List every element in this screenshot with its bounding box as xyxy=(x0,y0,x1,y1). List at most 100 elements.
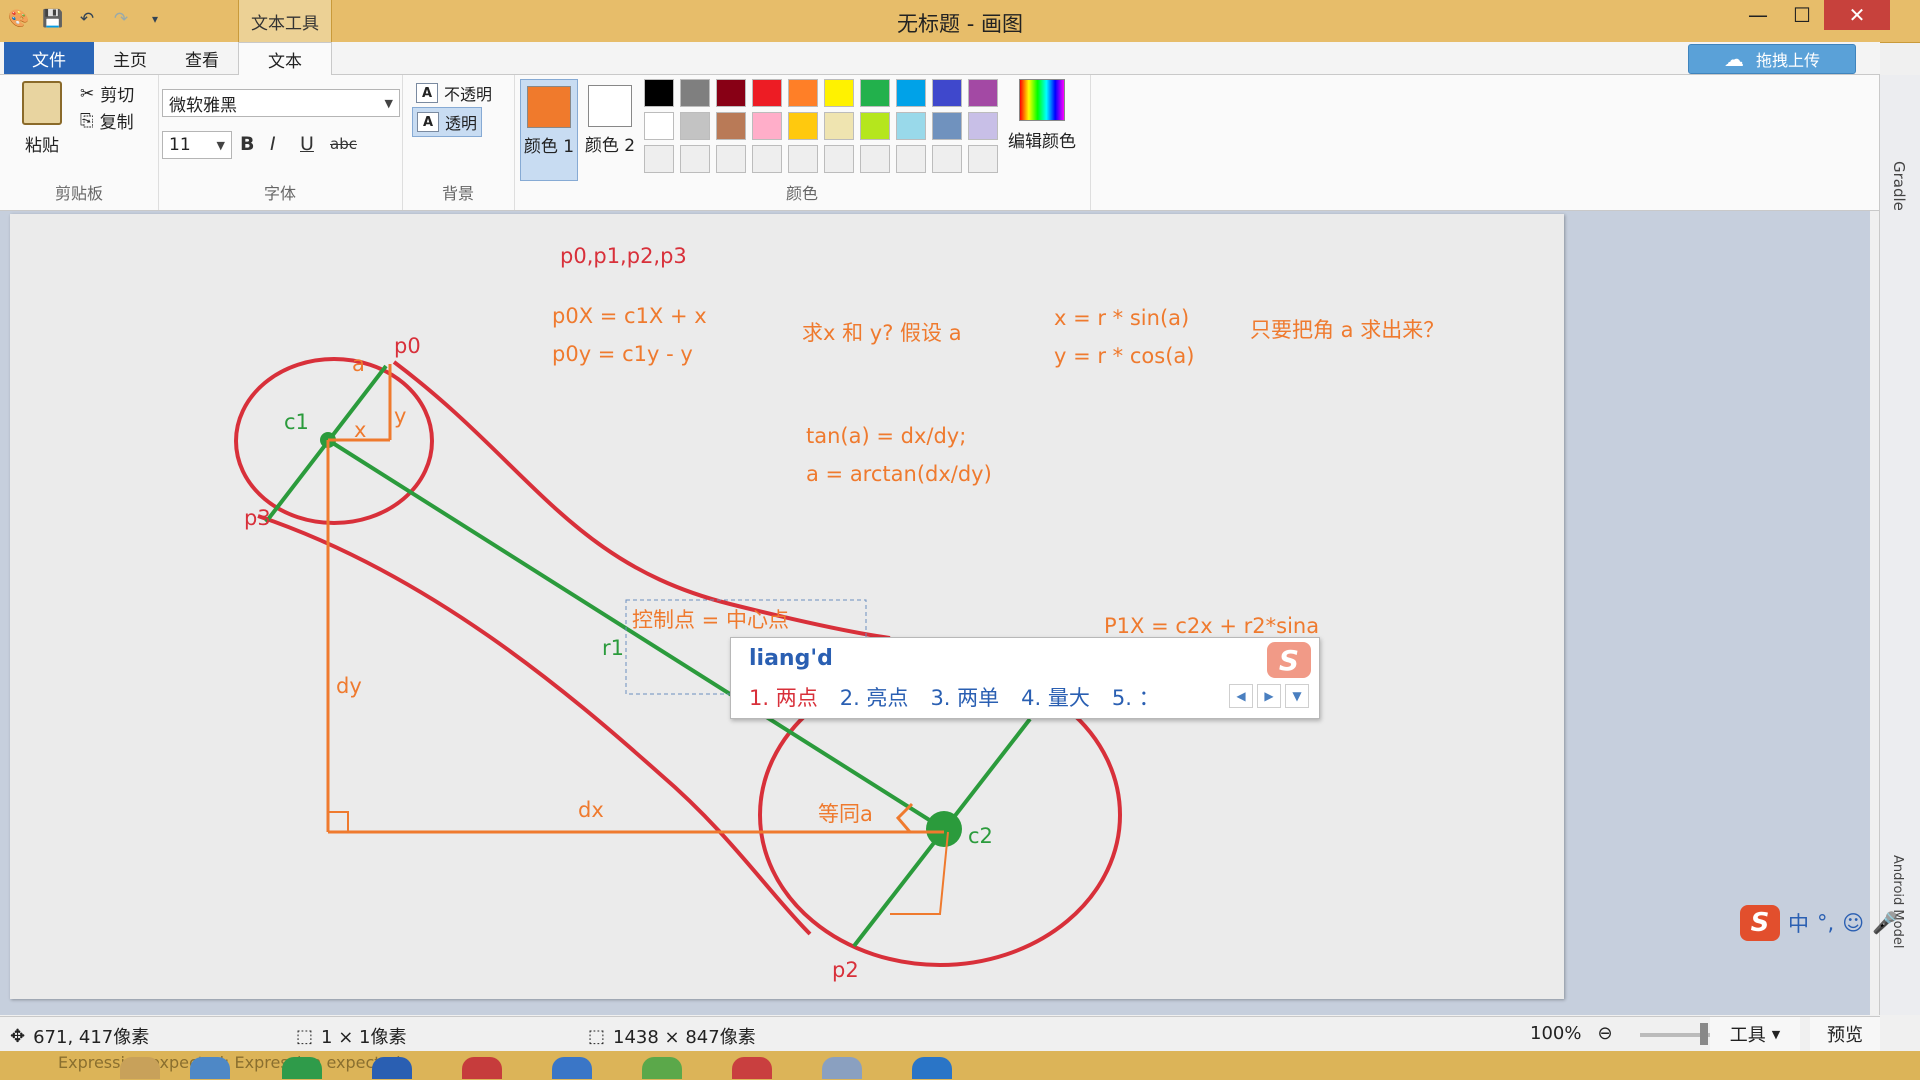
window-title: 无标题 - 画图 xyxy=(897,12,1023,36)
taskbar-app-icon[interactable] xyxy=(282,1057,322,1079)
rainbow-icon xyxy=(1019,79,1065,121)
color1-button[interactable]: 颜色 1 xyxy=(520,79,578,181)
angle-note: 只要把角 a 求出来？ xyxy=(1250,318,1445,342)
maximize-button[interactable]: ☐ xyxy=(1780,0,1824,30)
strikethrough-button[interactable]: abc xyxy=(330,135,357,153)
font-size-select[interactable]: 11 ▼ xyxy=(162,131,232,159)
clipboard-group-label: 剪贴板 xyxy=(54,184,103,203)
taskbar-app-icon[interactable] xyxy=(822,1057,862,1079)
palette-color-swatch[interactable] xyxy=(824,112,854,140)
font-family-value: 微软雅黑 xyxy=(169,95,237,116)
palette-color-swatch[interactable] xyxy=(644,112,674,140)
gradle-label[interactable]: Gradle xyxy=(1890,161,1908,211)
close-button[interactable]: ✕ xyxy=(1824,0,1890,30)
palette-color-swatch[interactable] xyxy=(932,145,962,173)
ime-candidate[interactable]: 2. 亮点 xyxy=(840,682,909,712)
ime-punct[interactable]: °, xyxy=(1817,911,1834,935)
palette-color-swatch[interactable] xyxy=(752,79,782,107)
palette-color-swatch[interactable] xyxy=(860,79,890,107)
palette-color-swatch[interactable] xyxy=(896,79,926,107)
taskbar-app-icon[interactable] xyxy=(912,1057,952,1079)
underline-button[interactable]: U xyxy=(300,133,314,155)
copy-button[interactable]: ⎘ 复制 xyxy=(80,108,134,134)
taskbar-app-icon[interactable] xyxy=(120,1057,160,1079)
expand-icon[interactable]: ▼ xyxy=(1285,684,1309,708)
taskbar-app-icon[interactable] xyxy=(552,1057,592,1079)
palette-color-swatch[interactable] xyxy=(788,112,818,140)
palette-color-swatch[interactable] xyxy=(788,79,818,107)
palette-color-swatch[interactable] xyxy=(896,112,926,140)
scissors-icon: ✂ xyxy=(80,83,95,104)
palette-color-swatch[interactable] xyxy=(824,145,854,173)
ime-mode[interactable]: 中 xyxy=(1788,908,1809,938)
label-x: x xyxy=(354,418,367,442)
ime-candidate[interactable]: 1. 两点 xyxy=(749,682,818,712)
transparent-option[interactable]: A 透明 xyxy=(412,107,483,137)
color1-swatch xyxy=(527,86,571,128)
textbox-content[interactable]: 控制点 = 中心点 xyxy=(632,604,789,634)
taskbar-app-icon[interactable] xyxy=(642,1057,682,1079)
tab-file[interactable]: 文件 xyxy=(4,42,94,74)
minimize-button[interactable]: — xyxy=(1736,0,1780,30)
cut-button[interactable]: ✂ 剪切 xyxy=(80,81,134,107)
cloud-icon: ☁ xyxy=(1723,47,1744,71)
palette-color-swatch[interactable] xyxy=(644,79,674,107)
opaque-option[interactable]: A 不透明 xyxy=(412,79,496,107)
palette-color-swatch[interactable] xyxy=(680,79,710,107)
zoom-out-icon[interactable]: ⊖ xyxy=(1597,1023,1612,1044)
palette-color-swatch[interactable] xyxy=(644,145,674,173)
font-family-select[interactable]: 微软雅黑 ▼ xyxy=(162,89,400,117)
italic-button[interactable]: I xyxy=(270,133,276,155)
paste-icon xyxy=(22,81,62,125)
palette-color-swatch[interactable] xyxy=(932,112,962,140)
microphone-icon[interactable]: 🎤 xyxy=(1872,911,1898,936)
palette-color-swatch[interactable] xyxy=(968,79,998,107)
next-page-icon[interactable]: ▶ xyxy=(1257,684,1281,708)
taskbar-app-icon[interactable] xyxy=(462,1057,502,1079)
smiley-icon[interactable]: ☺ xyxy=(1842,911,1864,935)
paste-label: 粘贴 xyxy=(25,136,59,156)
question-text: 求x 和 y? 假设 a xyxy=(802,321,962,345)
color2-button[interactable]: 颜色 2 xyxy=(582,79,638,179)
paste-button[interactable]: 粘贴 xyxy=(20,81,64,156)
tab-text[interactable]: 文本 xyxy=(238,42,332,76)
drawing-canvas[interactable]: p0,p1,p2,p3 p0X = c1X + x p0y = c1y - y … xyxy=(10,214,1564,999)
zoom-slider-thumb[interactable] xyxy=(1700,1023,1708,1045)
palette-color-swatch[interactable] xyxy=(968,112,998,140)
taskbar-app-icon[interactable] xyxy=(190,1057,230,1079)
palette-color-swatch[interactable] xyxy=(716,112,746,140)
palette-color-swatch[interactable] xyxy=(824,79,854,107)
ime-candidate[interactable]: 3. 两单 xyxy=(930,682,999,712)
upload-button[interactable]: ☁ 拖拽上传 xyxy=(1688,44,1856,74)
edit-colors-button[interactable]: 编辑颜色 xyxy=(1002,79,1082,152)
palette-color-swatch[interactable] xyxy=(716,79,746,107)
sogou-tray-icon[interactable]: S xyxy=(1740,905,1780,941)
palette-color-swatch[interactable] xyxy=(932,79,962,107)
palette-color-swatch[interactable] xyxy=(752,112,782,140)
label-p3: p3 xyxy=(244,506,271,530)
preview-button[interactable]: 预览 xyxy=(1810,1017,1880,1051)
bold-button[interactable]: B xyxy=(240,133,254,155)
p0x-formula: p0X = c1X + x xyxy=(552,304,707,328)
image-size-icon: ⬚ xyxy=(588,1025,606,1047)
taskbar-app-icon[interactable] xyxy=(732,1057,772,1079)
image-size: ⬚ 1438 × 847像素 xyxy=(588,1023,756,1049)
palette-color-swatch[interactable] xyxy=(860,145,890,173)
ime-candidate[interactable]: 4. 量大 xyxy=(1021,682,1090,712)
palette-color-swatch[interactable] xyxy=(716,145,746,173)
prev-page-icon[interactable]: ◀ xyxy=(1229,684,1253,708)
palette-color-swatch[interactable] xyxy=(680,112,710,140)
tools-button[interactable]: 工具 ▼ xyxy=(1710,1017,1800,1051)
palette-color-swatch[interactable] xyxy=(752,145,782,173)
taskbar-app-icon[interactable] xyxy=(372,1057,412,1079)
palette-color-swatch[interactable] xyxy=(968,145,998,173)
y-formula: y = r * cos(a) xyxy=(1054,344,1195,368)
color2-swatch xyxy=(588,85,632,127)
palette-color-swatch[interactable] xyxy=(896,145,926,173)
tab-home[interactable]: 主页 xyxy=(94,42,166,74)
palette-color-swatch[interactable] xyxy=(788,145,818,173)
palette-color-swatch[interactable] xyxy=(860,112,890,140)
palette-color-swatch[interactable] xyxy=(680,145,710,173)
ime-candidate[interactable]: 5. ： xyxy=(1112,682,1160,712)
tab-view[interactable]: 查看 xyxy=(166,42,238,74)
